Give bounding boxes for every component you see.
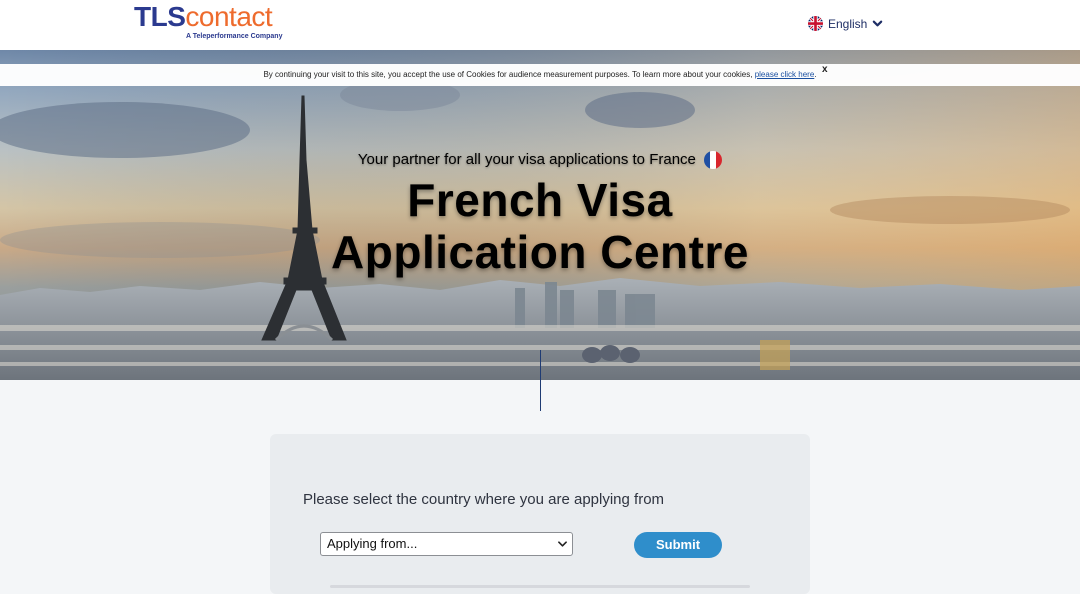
logo-tagline: A Teleperformance Company <box>186 33 283 40</box>
hero-divider-line <box>540 350 541 380</box>
france-flag-icon <box>704 151 723 170</box>
hero-title-line1: French Visa <box>407 174 673 226</box>
language-label: English <box>828 16 868 31</box>
country-selection-card: Please select the country where you are … <box>270 434 810 594</box>
hero-banner: Your partner for all your visa applicati… <box>0 50 1080 380</box>
tlscontact-logo[interactable]: TLScontact A Teleperformance Company <box>134 1 282 41</box>
submit-button[interactable]: Submit <box>634 532 722 558</box>
cookie-banner: By continuing your visit to this site, y… <box>0 64 1080 86</box>
applying-from-select[interactable]: Applying from... <box>320 532 573 556</box>
country-select-prompt: Please select the country where you are … <box>303 491 665 508</box>
hero-tagline-text: Your partner for all your visa applicati… <box>357 151 696 168</box>
site-header: TLScontact A Teleperformance Company Eng… <box>0 0 1080 50</box>
card-footer-text-partial <box>330 585 750 588</box>
hero-tagline: Your partner for all your visa applicati… <box>0 151 1080 170</box>
hero-title: French Visa Application Centre <box>0 174 1080 278</box>
uk-flag-icon <box>808 16 823 31</box>
chevron-down-icon <box>873 20 883 27</box>
hero-title-line2: Application Centre <box>331 226 749 278</box>
logo-tls-text: TLS <box>134 1 186 32</box>
cookie-more-link[interactable]: please click here <box>755 70 815 79</box>
language-selector[interactable]: English <box>808 16 883 31</box>
cookie-text: By continuing your visit to this site, y… <box>263 70 755 79</box>
cookie-suffix: . <box>814 70 817 79</box>
applying-from-value: Applying from... <box>327 536 418 551</box>
logo-contact-text: contact <box>185 1 273 32</box>
section-divider-line <box>540 380 541 411</box>
chevron-down-icon <box>558 541 567 547</box>
cookie-close-button[interactable]: x <box>822 59 828 81</box>
